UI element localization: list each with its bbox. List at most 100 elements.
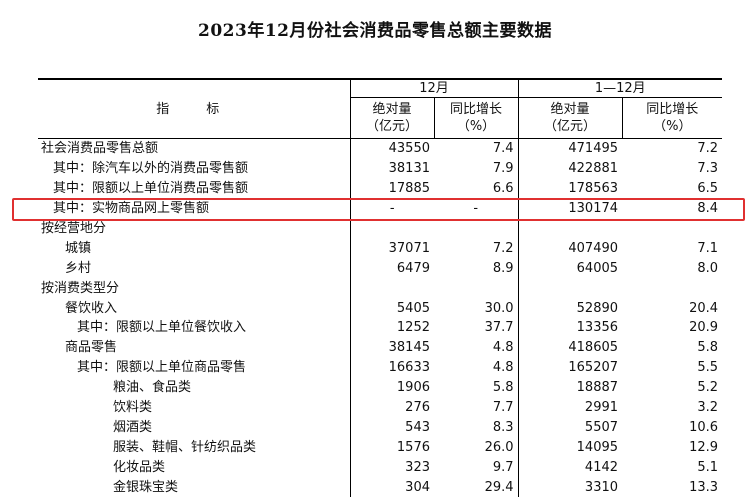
ytd-yoy: 7.2: [697, 141, 719, 157]
ytd-absolute: 64005: [517, 258, 623, 279]
ytd-absolute-header: 绝对量 （亿元）: [517, 97, 623, 139]
dec-absolute: 304: [349, 477, 434, 498]
ytd-absolute: 178563: [517, 178, 623, 199]
ytd-yoy: 12.9: [689, 439, 719, 455]
row-label: 饮料类: [113, 400, 153, 416]
ytd-yoy: 7.3: [697, 161, 719, 177]
ytd-absolute: 4142: [517, 457, 623, 478]
dec-yoy: 9.7: [492, 459, 514, 475]
dec-absolute: 1906: [349, 377, 434, 398]
ytd-absolute: 422881: [517, 158, 623, 179]
ytd-yoy: 13.3: [689, 479, 719, 495]
dec-yoy: [434, 278, 518, 298]
ytd-absolute: 13356: [517, 318, 623, 338]
dec-yoy: 30.0: [484, 300, 514, 316]
table-row: 其中：限额以上单位商品零售 16633 4.8 165207 5.5: [38, 357, 722, 378]
ytd-absolute: 418605: [517, 337, 623, 358]
dec-absolute: [349, 218, 434, 239]
page-title: 2023年12月份社会消费品零售总额主要数据: [198, 21, 552, 41]
row-label: 其中：限额以上单位餐饮收入: [77, 320, 247, 336]
ytd-yoy: 7.1: [697, 240, 719, 256]
indicator-header: 指 标: [156, 101, 232, 117]
table-row: 按经营地分: [38, 218, 722, 239]
dec-yoy: 7.9: [492, 161, 514, 177]
row-label: 其中：限额以上单位消费品零售额: [53, 181, 249, 197]
row-label: 乡村: [65, 260, 92, 276]
ytd-yoy: 5.8: [697, 340, 719, 356]
ytd-absolute: 165207: [517, 357, 623, 378]
row-label: 粮油、食品类: [113, 380, 192, 396]
ytd-yoy: 10.6: [689, 419, 719, 435]
dec-absolute: 1576: [349, 437, 434, 458]
dec-yoy: 7.4: [492, 141, 514, 157]
ytd-yoy: 20.9: [689, 320, 719, 336]
dec-yoy: 6.6: [492, 181, 514, 197]
ytd-absolute: 471495: [517, 138, 623, 159]
table-row: 其中：限额以上单位餐饮收入 1252 37.7 13356 20.9: [38, 318, 722, 338]
table-row: 化妆品类 323 9.7 4142 5.1: [38, 457, 722, 478]
ytd-yoy: 3.2: [697, 400, 719, 416]
ytd-absolute: 3310: [517, 477, 623, 498]
row-label: 社会消费品零售总额: [41, 141, 159, 157]
ytd-absolute: 14095: [517, 437, 623, 458]
dec-yoy: 29.4: [484, 479, 514, 495]
dec-yoy: 4.8: [492, 360, 514, 376]
table-row: 服装、鞋帽、针纺织品类 1576 26.0 14095 12.9: [38, 437, 722, 458]
ytd-yoy: [622, 219, 722, 239]
dec-yoy-header: 同比增长 （%）: [433, 97, 519, 139]
row-label: 城镇: [65, 240, 92, 256]
ytd-yoy: 6.5: [697, 181, 719, 197]
dec-yoy: 8.9: [492, 260, 514, 276]
dec-yoy: [434, 219, 518, 239]
dec-absolute: 1252: [349, 318, 434, 338]
dec-absolute: 43550: [349, 138, 434, 159]
dec-yoy: 8.3: [492, 419, 514, 435]
ytd-yoy: [622, 278, 722, 298]
dec-absolute: 37071: [349, 238, 434, 259]
dec-yoy: 26.0: [484, 439, 514, 455]
dec-yoy: 4.8: [492, 340, 514, 356]
highlight-box: [12, 198, 745, 221]
table-row: 其中：除汽车以外的消费品零售额 38131 7.9 422881 7.3: [38, 158, 722, 179]
dec-absolute: 16633: [349, 357, 434, 378]
dec-yoy: 7.7: [492, 400, 514, 416]
dec-absolute: 276: [349, 397, 434, 418]
ytd-yoy: 20.4: [689, 300, 719, 316]
row-label: 其中：限额以上单位商品零售: [77, 360, 247, 376]
dec-absolute: 543: [349, 417, 434, 438]
dec-absolute-header: 绝对量 （亿元）: [349, 97, 434, 139]
dec-yoy: 7.2: [492, 240, 514, 256]
row-label: 按经营地分: [41, 221, 107, 236]
table-row: 餐饮收入 5405 30.0 52890 20.4: [38, 298, 722, 319]
ytd-yoy-header: 同比增长 （%）: [621, 97, 723, 139]
row-label: 化妆品类: [113, 459, 166, 475]
table-row: 按消费类型分: [38, 278, 722, 299]
row-label: 餐饮收入: [65, 300, 118, 316]
ytd-absolute: 52890: [517, 298, 623, 319]
table-row: 其中：限额以上单位消费品零售额 17885 6.6 178563 6.5: [38, 178, 722, 199]
row-label: 烟酒类: [113, 419, 153, 435]
ytd-absolute: [517, 278, 623, 299]
ytd-yoy: 5.1: [697, 459, 719, 475]
dec-absolute: 323: [349, 457, 434, 478]
table-row: 烟酒类 543 8.3 5507 10.6: [38, 417, 722, 438]
dec-yoy: 5.8: [492, 380, 514, 396]
row-label: 商品零售: [65, 340, 118, 356]
row-label: 按消费类型分: [41, 280, 120, 296]
table-row: 饮料类 276 7.7 2991 3.2: [38, 397, 722, 418]
dec-absolute: [349, 278, 434, 299]
table-row: 乡村 6479 8.9 64005 8.0: [38, 258, 722, 279]
dec-absolute: 6479: [349, 258, 434, 279]
dec-absolute: 5405: [349, 298, 434, 319]
table-row: 粮油、食品类 1906 5.8 18887 5.2: [38, 377, 722, 398]
dec-absolute: 38131: [349, 158, 434, 179]
ytd-absolute: [517, 218, 623, 239]
dec-absolute: 17885: [349, 178, 434, 199]
year-to-date-header: 1—12月: [517, 79, 723, 98]
row-label: 金银珠宝类: [113, 479, 179, 495]
dec-yoy: 37.7: [484, 320, 514, 336]
ytd-yoy: 5.5: [697, 360, 719, 376]
table-row: 金银珠宝类 304 29.4 3310 13.3: [38, 477, 722, 498]
dec-absolute: 38145: [349, 337, 434, 358]
row-label: 服装、鞋帽、针纺织品类: [113, 439, 257, 455]
